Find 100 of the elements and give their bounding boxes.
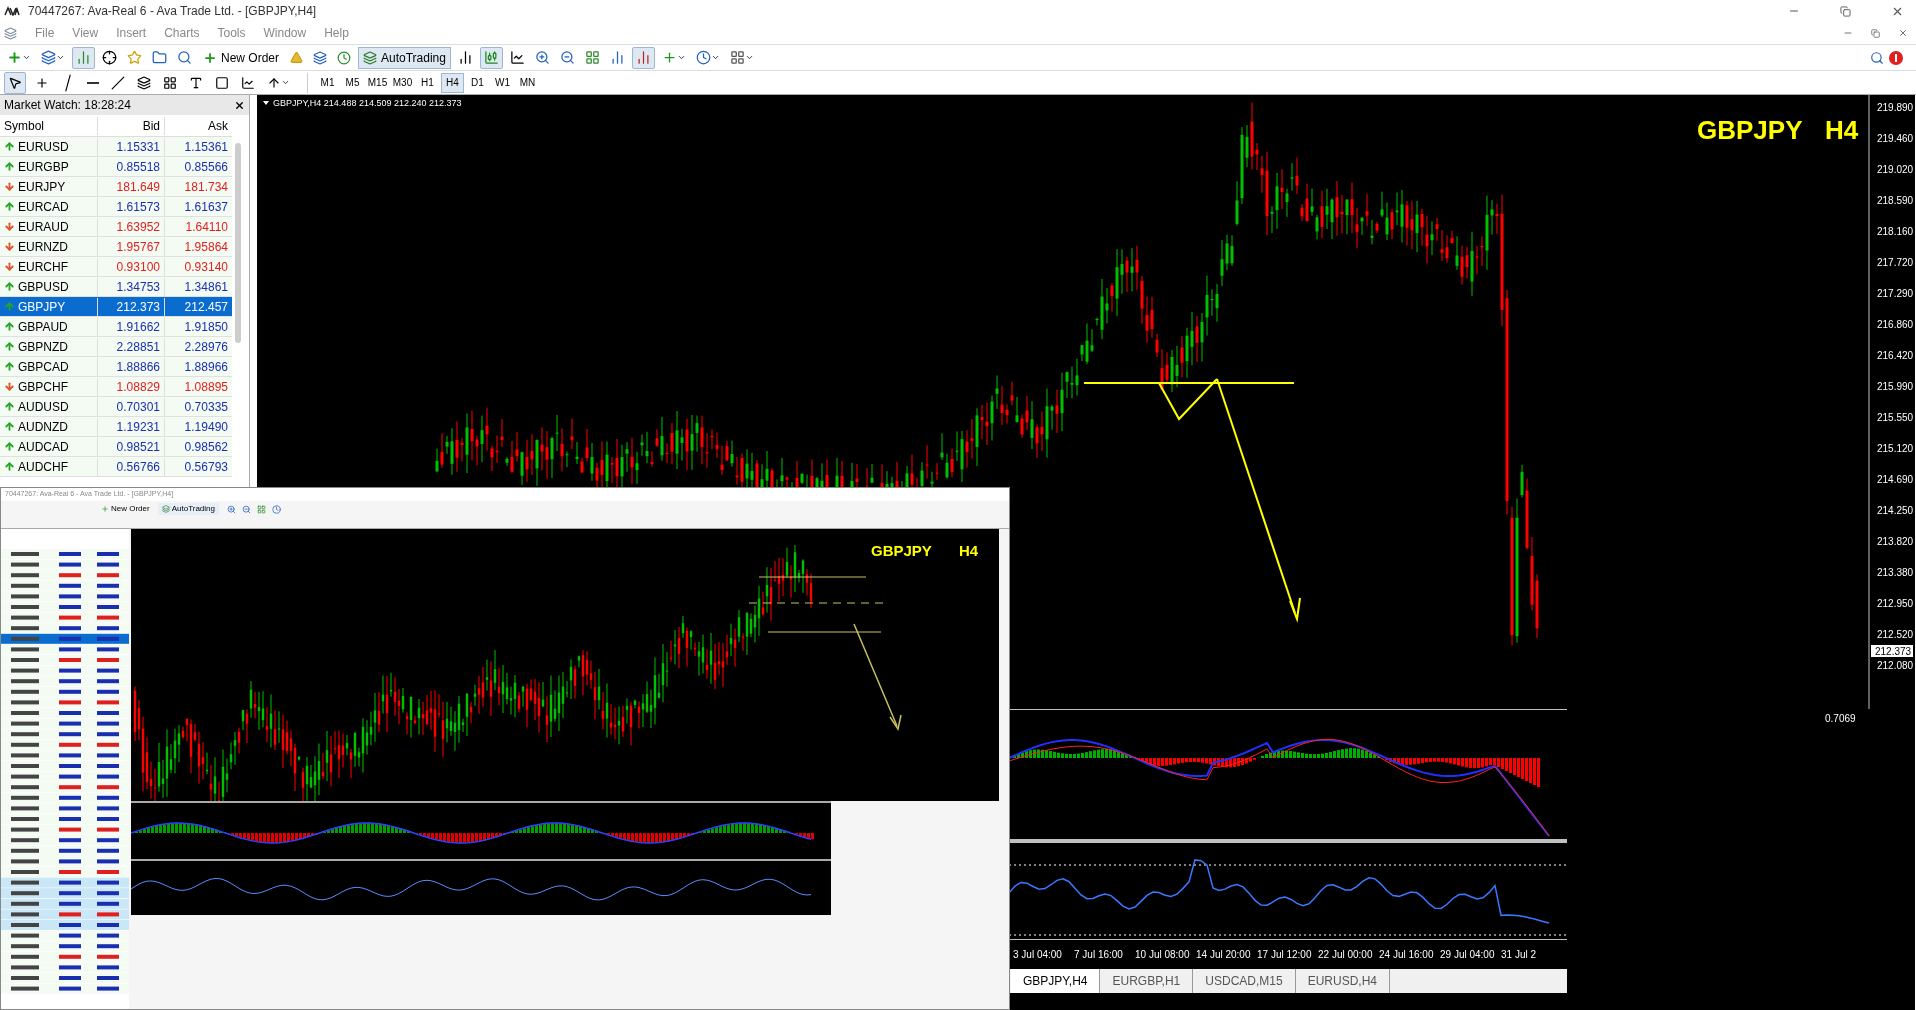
timeframe-button[interactable]: D1	[466, 72, 489, 93]
market-row[interactable]: EURGBP 0.85518 0.85566	[0, 157, 232, 177]
new-order-button[interactable]: New Order	[199, 46, 283, 69]
bid-cell: 212.373	[98, 297, 165, 316]
timeframe-button[interactable]: W1	[491, 72, 514, 93]
close-icon[interactable]	[234, 99, 245, 111]
arrow-icon	[267, 75, 281, 90]
price-tick-label: 212.080	[1877, 660, 1914, 671]
horizontal-line-icon	[87, 81, 99, 84]
time-tick-label: 17 Jul 12:00	[1257, 948, 1313, 962]
clock-icon[interactable]	[272, 504, 281, 514]
down-arrow-icon	[4, 381, 15, 392]
market-row[interactable]: GBPCAD 1.88866 1.88966	[0, 357, 232, 377]
time-tick-label: 10 Jul 08:00	[1135, 948, 1191, 962]
down-arrow-icon	[4, 261, 15, 272]
search-icon[interactable]	[1870, 50, 1884, 65]
zoom-in-icon[interactable]	[227, 504, 236, 514]
bid-cell: 0.85518	[98, 157, 165, 176]
menu-item[interactable]: View	[72, 24, 99, 42]
timeframe-button[interactable]: M30	[391, 72, 414, 93]
up-arrow-icon	[4, 461, 15, 472]
ask-cell-text: 1.08895	[183, 378, 229, 396]
line-chart-icon	[241, 75, 255, 90]
market-row[interactable]: EURCAD 1.61573 1.61637	[0, 197, 232, 217]
timeframe-button[interactable]: MN	[516, 72, 539, 93]
timeframe-button[interactable]: H1	[416, 72, 439, 93]
menu-item[interactable]: Window	[263, 24, 307, 42]
text-icon	[189, 75, 203, 90]
timeframe-button[interactable]: M5	[341, 72, 364, 93]
timeframe-button[interactable]: M1	[316, 72, 339, 93]
market-row[interactable]: AUDCHF 0.56766 0.56793	[0, 457, 232, 477]
square-icon	[215, 75, 229, 90]
market-row[interactable]: GBPUSD 1.34753 1.34861	[0, 277, 232, 297]
up-arrow-icon	[4, 201, 15, 212]
bid-cell: 1.08829	[98, 377, 165, 396]
notification-icon[interactable]	[1888, 49, 1904, 66]
price-tick-label: 212.520	[1877, 629, 1914, 640]
menu-item[interactable]: Help	[324, 24, 349, 42]
menu-item[interactable]: Charts	[164, 24, 200, 42]
market-row[interactable]: GBPJPY 212.373 212.457	[0, 297, 232, 317]
market-row[interactable]: GBPNZD 2.28851 2.28976	[0, 337, 232, 357]
up-arrow-icon	[4, 421, 15, 432]
bar-chart-icon	[457, 50, 473, 65]
column-header[interactable]: Symbol	[0, 116, 98, 135]
bid-cell: 1.19231	[98, 417, 165, 436]
new-order-button[interactable]: New Order	[101, 503, 150, 515]
market-row[interactable]: AUDUSD 0.70301 0.70335	[0, 397, 232, 417]
market-row[interactable]: EURNZD 1.95767 1.95864	[0, 237, 232, 257]
menu-item[interactable]: Insert	[116, 24, 147, 42]
clock-icon	[695, 50, 711, 65]
zigzag-line	[1158, 378, 1218, 421]
menu-item[interactable]: Tools	[217, 24, 246, 42]
grid-icon[interactable]	[257, 504, 266, 514]
price-tick-label: 213.380	[1877, 567, 1914, 578]
autotrading-button[interactable]: AutoTrading	[358, 46, 451, 69]
market-row[interactable]: EURCHF 0.93100 0.93140	[0, 257, 232, 277]
line-chart-icon	[509, 50, 525, 65]
price-tick-label: 219.460	[1877, 133, 1914, 144]
chart-tab[interactable]: GBPJPY,H4	[1011, 969, 1101, 993]
symbol-cell-text: GBPNZD	[18, 338, 68, 356]
market-row[interactable]: GBPCHF 1.08829 1.08895	[0, 377, 232, 397]
plus-icon	[661, 50, 677, 65]
menu-item[interactable]: File	[35, 24, 55, 42]
line-icon	[111, 75, 125, 90]
candlestick-button[interactable]	[479, 46, 503, 69]
dropdown-triangle-icon[interactable]	[263, 101, 269, 105]
symbol-cell-text: GBPAUD	[18, 318, 68, 336]
market-row[interactable]: EURUSD 1.15331 1.15361	[0, 137, 232, 157]
up-arrow-icon	[4, 441, 15, 452]
window-title: 70447267: Ava-Real 6 - Ava Trade Ltd. - [GBPJPY,H4]	[28, 3, 317, 20]
caret-icon	[22, 53, 31, 62]
autoscroll-button[interactable]	[631, 46, 655, 69]
price-tick-label: 216.860	[1877, 319, 1914, 330]
restore-icon[interactable]	[1871, 28, 1880, 38]
price-tick-label: 212.950	[1877, 598, 1914, 609]
price-tick-label: 215.120	[1877, 443, 1914, 454]
scrollbar[interactable]	[235, 143, 241, 343]
market-row[interactable]: AUDCAD 0.98521 0.98562	[0, 437, 232, 457]
market-watch-button[interactable]	[72, 46, 95, 69]
price-tick-label: 214.250	[1877, 505, 1914, 516]
column-header[interactable]: Ask	[165, 116, 232, 135]
symbol-cell-text: AUDUSD	[18, 398, 69, 416]
crosshair-icon	[102, 50, 117, 65]
market-row[interactable]: GBPAUD 1.91662 1.91850	[0, 317, 232, 337]
market-row[interactable]: EURAUD 1.63952 1.64110	[0, 217, 232, 237]
market-row[interactable]: AUDNZD 1.19231 1.19490	[0, 417, 232, 437]
timeframe-button[interactable]: H4	[441, 72, 464, 93]
layers-icon	[313, 50, 327, 65]
restore-icon[interactable]	[1840, 5, 1851, 17]
autotrading-button[interactable]: AutoTrading	[157, 503, 219, 515]
plus-icon	[7, 50, 22, 65]
timeframe-button[interactable]: M15	[366, 72, 389, 93]
column-header[interactable]: Bid	[98, 116, 165, 135]
price-tick-label: 219.890	[1877, 102, 1914, 113]
cursor-button[interactable]	[4, 71, 26, 94]
layers-icon	[161, 505, 170, 513]
ask-cell-text: 212.457	[183, 298, 229, 316]
market-row[interactable]: EURJPY 181.649 181.734	[0, 177, 232, 197]
down-arrow-icon	[4, 241, 15, 252]
zoom-out-icon[interactable]	[242, 504, 251, 514]
